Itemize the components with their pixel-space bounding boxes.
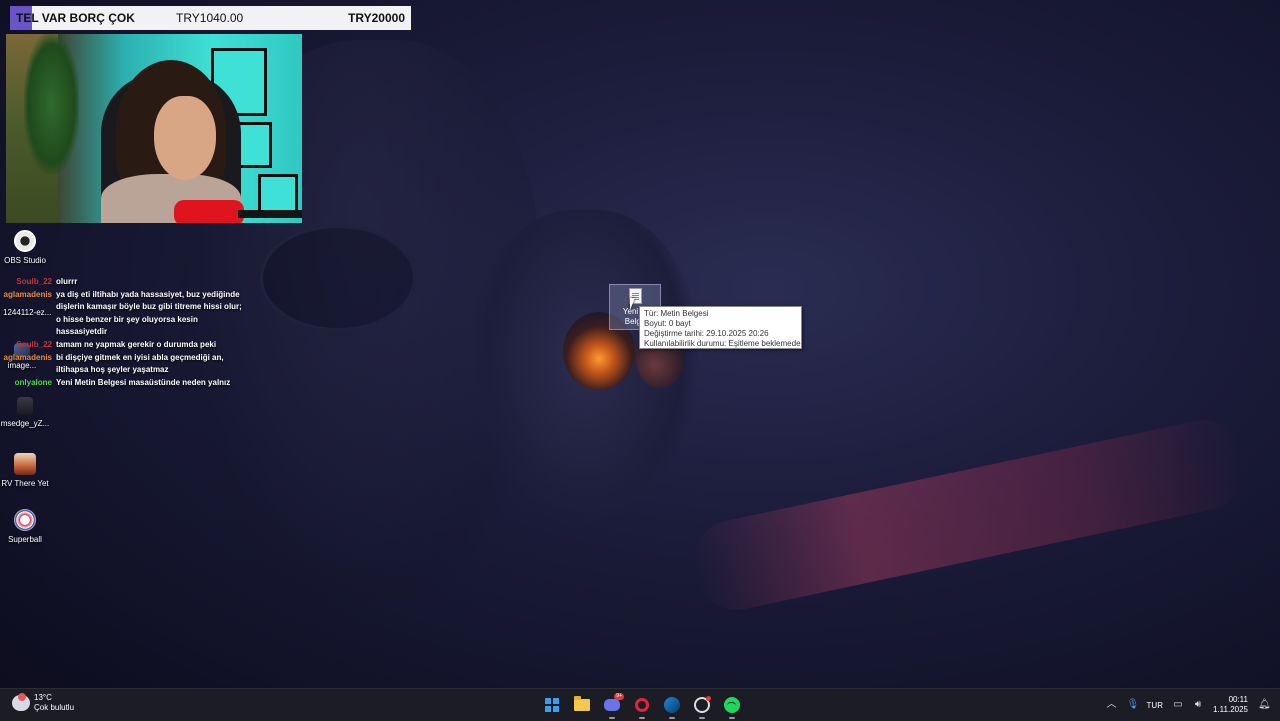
webcam-wall-frame <box>236 122 272 168</box>
weather-widget[interactable]: 13°C Çok bulutlu <box>12 693 74 713</box>
clock[interactable]: 00:11 1.11.2025 <box>1213 695 1248 715</box>
taskbar: 13°C Çok bulutlu 9+ ︿ 🎙︎ TUR ▭ 🔊︎ 00:11 … <box>0 688 1280 721</box>
opera-gx-icon <box>635 698 649 712</box>
wallpaper-cat <box>470 210 700 530</box>
running-indicator <box>639 717 645 719</box>
desktop-icon-label: Superball <box>8 535 42 544</box>
network-icon[interactable]: ▭ <box>1173 700 1183 710</box>
donation-amount: TRY1040.00 <box>176 11 244 25</box>
tooltip-type: Tür: Metin Belgesi <box>644 309 709 318</box>
notification-icon[interactable]: 🔔︎ <box>1258 700 1271 710</box>
superball-icon <box>14 509 36 531</box>
chat-username: Soulb_22 <box>16 277 52 286</box>
clock-time: 00:11 <box>1228 695 1248 704</box>
chrome-icon <box>694 696 711 713</box>
weather-temperature: 13°C <box>34 693 52 702</box>
desktop-icon-superball[interactable]: Superball <box>0 509 60 544</box>
running-indicator <box>669 717 675 719</box>
weather-description: Çok bulutlu <box>34 703 75 712</box>
desktop-icon-msedge[interactable]: msedge_yZ... <box>0 397 60 428</box>
desktop-icon-label: msedge_yZ... <box>0 419 50 428</box>
clock-date: 1.11.2025 <box>1213 705 1248 714</box>
webcam-mic-arm <box>238 210 302 218</box>
wallpaper-glasses <box>260 225 416 331</box>
volume-icon[interactable]: 🔊︎ <box>1193 700 1203 710</box>
image-file-icon <box>17 397 33 415</box>
file-tooltip: Tür: Metin Belgesi Boyut: 0 bayt Değişti… <box>639 306 802 349</box>
chrome-button[interactable] <box>690 693 714 719</box>
opera-gx-button[interactable] <box>630 693 654 719</box>
chat-message: onlyalone Yeni Metin Belgesi masaüstünde… <box>0 377 260 390</box>
discord-button[interactable]: 9+ <box>600 693 624 719</box>
webcam-plant <box>24 34 79 174</box>
microphone-icon[interactable]: 🎙︎ <box>1127 700 1140 710</box>
obs-icon <box>14 230 36 252</box>
chat-text: olurrr <box>56 277 78 286</box>
desktop-icon-label: OBS Studio <box>4 256 46 265</box>
folder-icon <box>574 696 590 711</box>
chat-username: aglamadenis <box>3 289 52 299</box>
chat-message: Soulb_22 olurrr <box>0 276 260 289</box>
discord-icon <box>604 699 620 711</box>
steam-button[interactable] <box>660 693 684 719</box>
webcam-streamer-face <box>154 96 216 180</box>
donation-name: TEL VAR BORÇ ÇOK <box>16 11 135 25</box>
desktop-icon-obs-studio[interactable]: OBS Studio <box>0 230 60 265</box>
chat-username: aglamadenis <box>3 352 52 362</box>
tooltip-modified: Değiştirme tarihi: 29.10.2025 20:26 <box>644 329 769 338</box>
stream-chat: Soulb_22 olurrr aglamadenis ya diş eti i… <box>0 276 260 389</box>
taskbar-apps: 9+ <box>540 693 744 719</box>
spotify-icon <box>724 697 740 713</box>
donation-goal-bar: TEL VAR BORÇ ÇOK TRY1040.00 TRY20000 <box>10 6 411 30</box>
webcam-microphone <box>174 200 244 223</box>
rv-there-yet-icon <box>14 453 36 475</box>
desktop-icon-label: RV There Yet <box>1 479 49 488</box>
chat-username: Soulb_22 <box>16 339 52 349</box>
chat-text: Yeni Metin Belgesi masaüstünde neden yal… <box>56 377 231 387</box>
webcam-wall-frame <box>258 174 298 214</box>
chat-text: bi dişçiye gitmek en iyisi abla geçmediğ… <box>56 352 224 375</box>
spotify-button[interactable] <box>720 693 744 719</box>
weather-cloud-icon <box>12 693 30 711</box>
chat-message: Soulb_22 tamam ne yapmak gerekir o durum… <box>0 339 260 352</box>
start-button[interactable] <box>540 693 564 717</box>
tooltip-availability: Kullanılabilirlik durumu: Eşitleme bekle… <box>644 339 801 348</box>
chat-message: aglamadenis bi dişçiye gitmek en iyisi a… <box>0 352 260 377</box>
running-indicator <box>609 717 615 719</box>
steam-icon <box>664 697 680 713</box>
webcam-overlay <box>6 34 302 223</box>
windows-icon <box>545 698 559 712</box>
system-tray: ︿ 🎙︎ TUR ▭ 🔊︎ 00:11 1.11.2025 🔔︎ <box>1107 689 1271 721</box>
wallpaper-arm <box>686 412 1254 618</box>
file-explorer-button[interactable] <box>570 693 594 717</box>
running-indicator <box>729 717 735 719</box>
desktop-icon-rv-there-yet[interactable]: RV There Yet <box>0 453 60 488</box>
chat-text: tamam ne yapmak gerekir o durumda peki <box>56 339 217 349</box>
tooltip-size: Boyut: 0 bayt <box>644 319 691 328</box>
mouse-cursor-icon <box>630 298 635 310</box>
language-indicator[interactable]: TUR <box>1147 701 1163 710</box>
chat-message: aglamadenis ya diş eti iltihabı yada has… <box>0 289 260 339</box>
chat-text: ya diş eti iltihabı yada hassasiyet, buz… <box>56 289 242 337</box>
donation-goal: TRY20000 <box>348 11 405 25</box>
chevron-up-icon[interactable]: ︿ <box>1107 700 1117 710</box>
chat-username: onlyalone <box>14 377 52 387</box>
notification-badge: 9+ <box>614 693 624 700</box>
running-indicator <box>699 717 705 719</box>
